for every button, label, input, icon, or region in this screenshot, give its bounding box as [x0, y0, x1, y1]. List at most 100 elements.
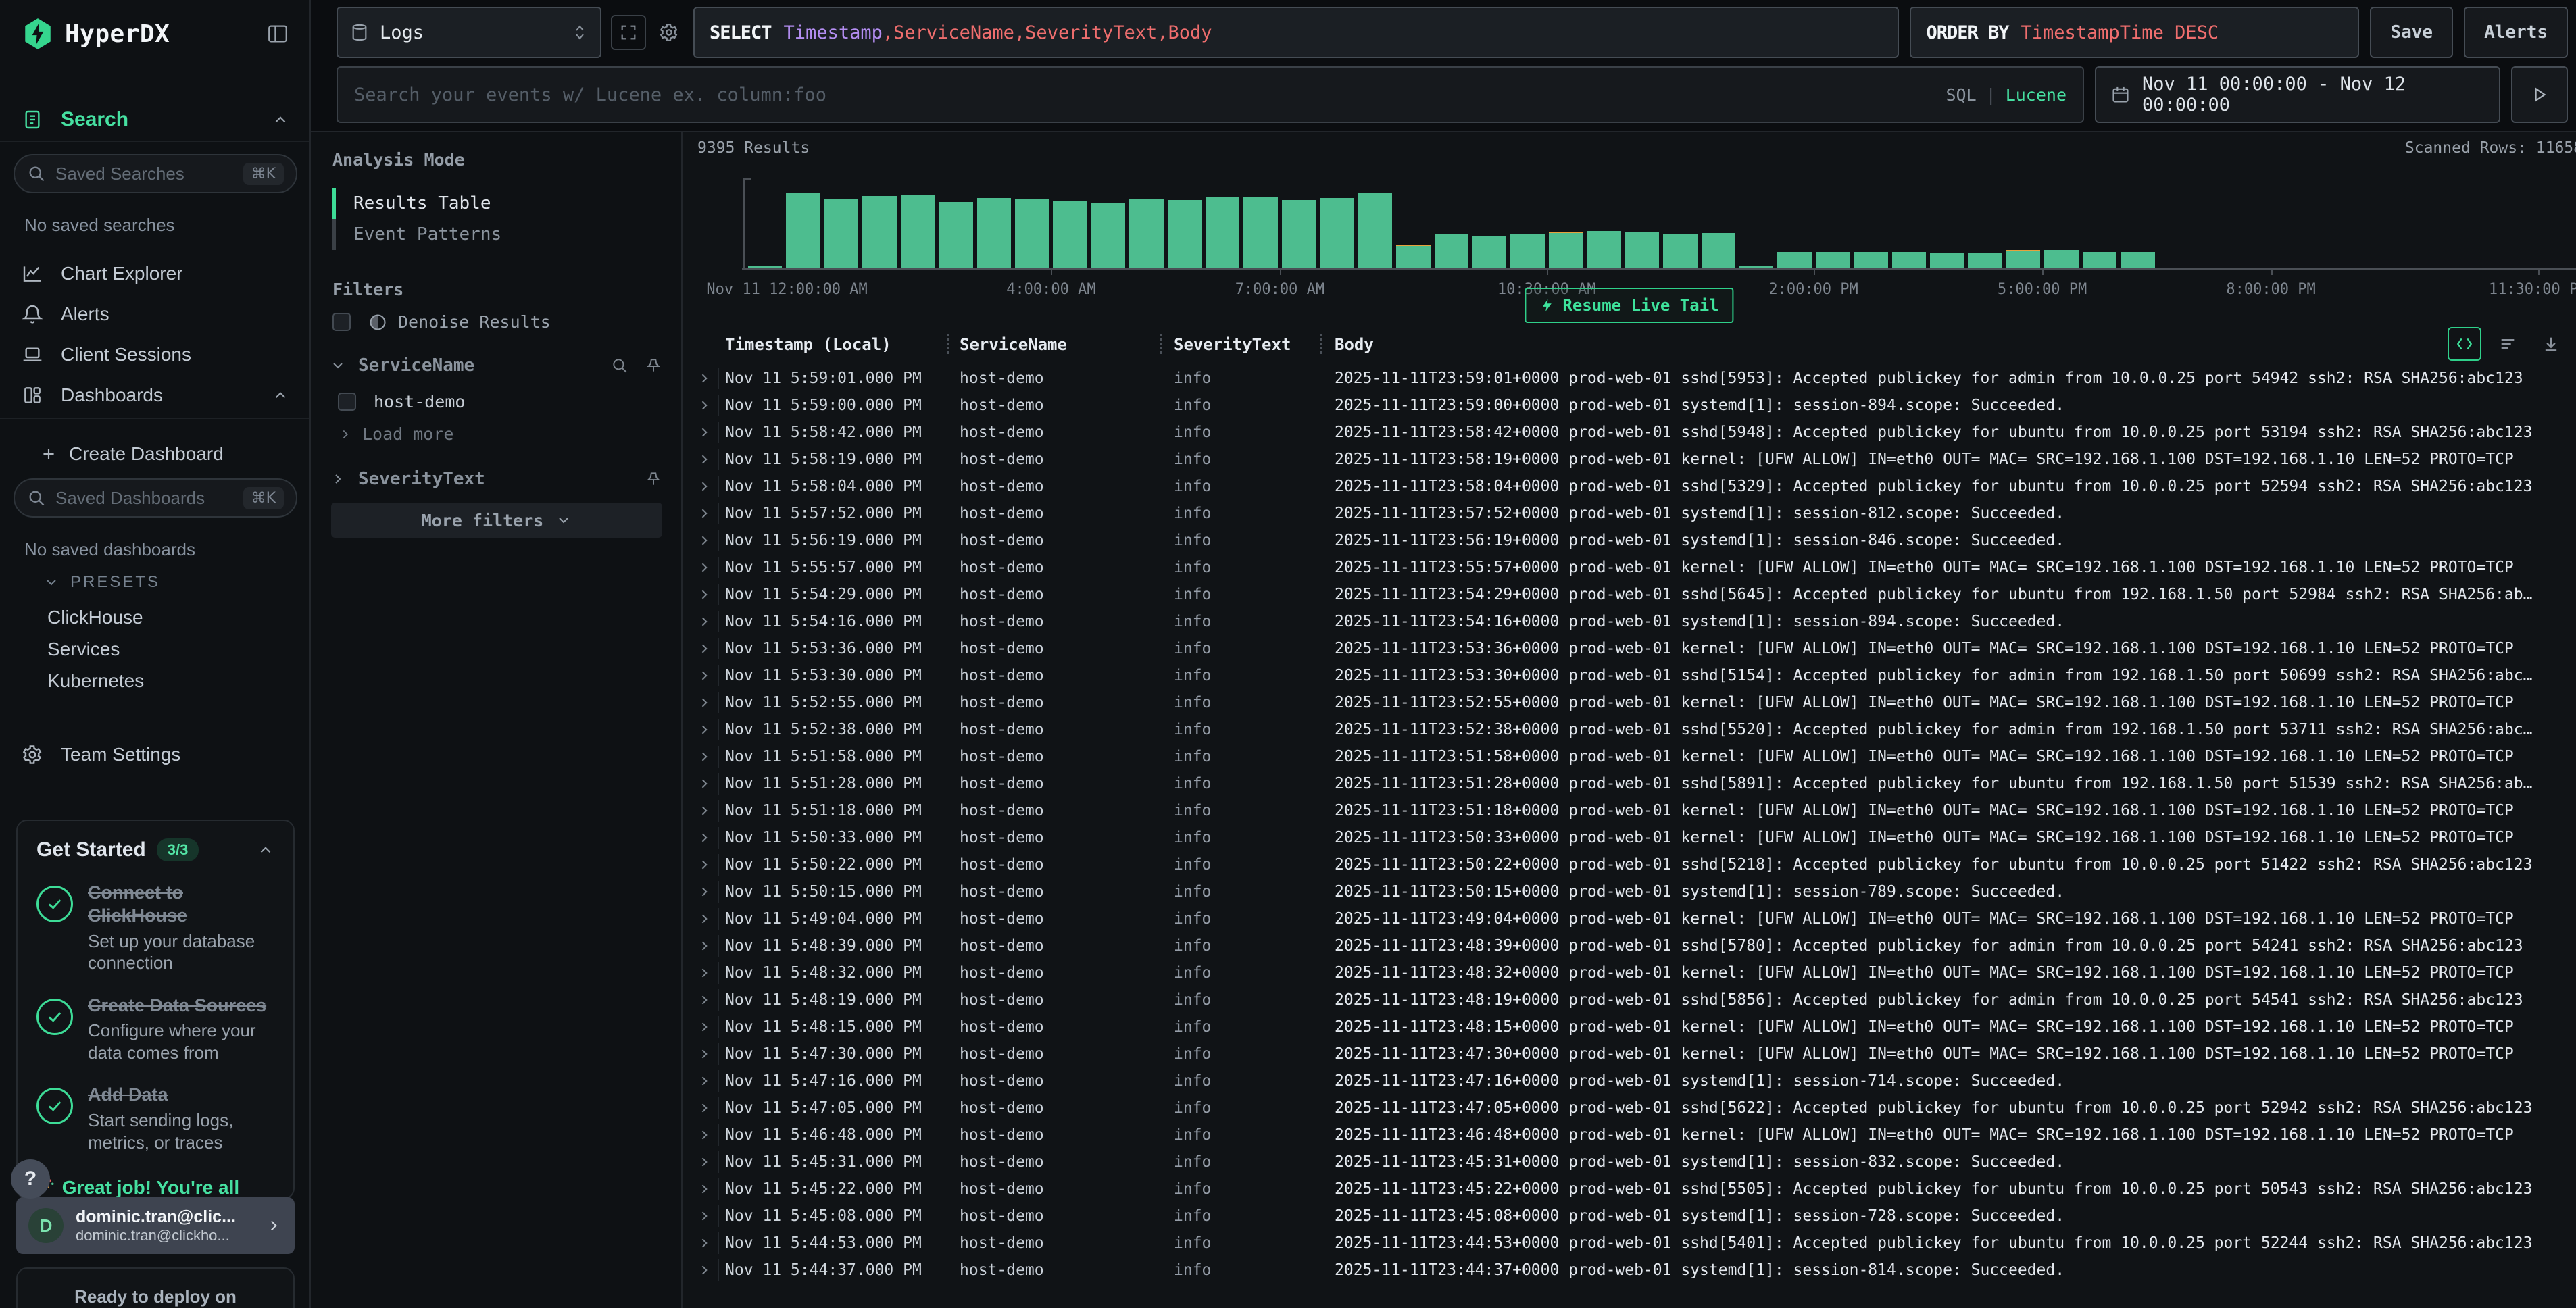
histogram-bar[interactable]: [2273, 180, 2307, 268]
row-expand-icon[interactable]: [697, 831, 711, 845]
histogram-bar[interactable]: [1168, 180, 1202, 268]
get-started-item-add-data[interactable]: Add Data Start sending logs, metrics, or…: [36, 1084, 274, 1153]
table-row[interactable]: Nov 11 5:53:36.000 PM host-demo info 202…: [683, 635, 2576, 662]
histogram-bar[interactable]: [939, 180, 972, 268]
histogram-bar[interactable]: [1930, 180, 1964, 268]
event-search-input[interactable]: Search your events w/ Lucene ex. column:…: [337, 66, 2084, 123]
table-row[interactable]: Nov 11 5:50:15.000 PM host-demo info 202…: [683, 878, 2576, 905]
row-expand-icon[interactable]: [697, 1101, 711, 1115]
sidebar-item-team-settings[interactable]: Team Settings: [0, 736, 309, 773]
row-expand-icon[interactable]: [697, 399, 711, 412]
presets-toggle[interactable]: PRESETS: [43, 573, 160, 592]
row-expand-icon[interactable]: [697, 615, 711, 628]
filter-value-host-demo[interactable]: host-demo: [338, 392, 465, 411]
row-expand-icon[interactable]: [697, 939, 711, 953]
table-row[interactable]: Nov 11 5:51:28.000 PM host-demo info 202…: [683, 770, 2576, 797]
histogram-bar[interactable]: [2464, 180, 2498, 268]
row-expand-icon[interactable]: [697, 696, 711, 709]
preset-kubernetes[interactable]: Kubernetes: [47, 670, 144, 692]
denoise-results-checkbox[interactable]: Denoise Results: [332, 312, 551, 332]
mode-results-table[interactable]: Results Table: [332, 188, 661, 219]
histogram-bar[interactable]: [1587, 180, 1620, 268]
filter-group-servicename[interactable]: ServiceName: [330, 355, 662, 376]
row-expand-icon[interactable]: [697, 885, 711, 899]
histogram-bar[interactable]: [2387, 180, 2421, 268]
checkbox[interactable]: [338, 393, 356, 411]
alerts-button[interactable]: Alerts: [2464, 7, 2568, 58]
histogram-bar[interactable]: [1053, 180, 1087, 268]
checkbox[interactable]: [332, 313, 351, 331]
sidebar-collapse-icon[interactable]: [266, 22, 289, 45]
table-row[interactable]: Nov 11 5:45:22.000 PM host-demo info 202…: [683, 1176, 2576, 1203]
table-row[interactable]: Nov 11 5:47:30.000 PM host-demo info 202…: [683, 1040, 2576, 1067]
select-clause-input[interactable]: SELECT Timestamp,ServiceName,SeverityTex…: [693, 7, 1899, 58]
histogram-bar[interactable]: [1777, 180, 1811, 268]
table-row[interactable]: Nov 11 5:51:18.000 PM host-demo info 202…: [683, 797, 2576, 824]
preset-clickhouse[interactable]: ClickHouse: [47, 607, 143, 628]
row-expand-icon[interactable]: [697, 1128, 711, 1142]
row-expand-icon[interactable]: [697, 1209, 711, 1223]
histogram-bar[interactable]: [2197, 180, 2231, 268]
histogram-bar[interactable]: [1472, 180, 1506, 268]
histogram-bar[interactable]: [1206, 180, 1239, 268]
create-dashboard-button[interactable]: Create Dashboard: [0, 436, 309, 472]
table-row[interactable]: Nov 11 5:48:19.000 PM host-demo info 202…: [683, 986, 2576, 1013]
table-row[interactable]: Nov 11 5:58:19.000 PM host-demo info 202…: [683, 446, 2576, 473]
user-menu[interactable]: D dominic.tran@clic... dominic.tran@clic…: [16, 1197, 295, 1254]
histogram-bar[interactable]: [2350, 180, 2383, 268]
table-row[interactable]: Nov 11 5:46:48.000 PM host-demo info 202…: [683, 1122, 2576, 1149]
row-expand-icon[interactable]: [697, 534, 711, 547]
sidebar-item-search[interactable]: Search: [0, 101, 309, 138]
sidebar-item-alerts[interactable]: Alerts: [0, 296, 309, 332]
histogram-bar[interactable]: [1549, 180, 1583, 268]
table-row[interactable]: Nov 11 5:52:38.000 PM host-demo info 202…: [683, 716, 2576, 743]
row-expand-icon[interactable]: [697, 1182, 711, 1196]
column-resize-handle[interactable]: [947, 334, 949, 354]
lang-toggle-sql[interactable]: SQL: [1946, 85, 1976, 105]
histogram-bar[interactable]: [1968, 180, 2002, 268]
chevron-up-icon[interactable]: [257, 841, 274, 859]
row-expand-icon[interactable]: [697, 1236, 711, 1250]
table-row[interactable]: Nov 11 5:57:52.000 PM host-demo info 202…: [683, 500, 2576, 527]
histogram-bar[interactable]: [2083, 180, 2116, 268]
table-row[interactable]: Nov 11 5:47:16.000 PM host-demo info 202…: [683, 1067, 2576, 1095]
table-row[interactable]: Nov 11 5:51:58.000 PM host-demo info 202…: [683, 743, 2576, 770]
table-row[interactable]: Nov 11 5:52:55.000 PM host-demo info 202…: [683, 689, 2576, 716]
save-button[interactable]: Save: [2370, 7, 2453, 58]
column-resize-handle[interactable]: [1160, 334, 1162, 354]
histogram-bar[interactable]: [748, 180, 782, 268]
table-row[interactable]: Nov 11 5:47:05.000 PM host-demo info 202…: [683, 1095, 2576, 1122]
table-row[interactable]: Nov 11 5:58:42.000 PM host-demo info 202…: [683, 419, 2576, 446]
run-query-button[interactable]: [2511, 66, 2568, 123]
histogram-bar[interactable]: [1129, 180, 1163, 268]
order-by-input[interactable]: ORDER BY TimestampTime DESC: [1910, 7, 2359, 58]
row-expand-icon[interactable]: [697, 966, 711, 980]
table-row[interactable]: Nov 11 5:48:15.000 PM host-demo info 202…: [683, 1013, 2576, 1040]
more-filters-button[interactable]: More filters: [331, 503, 662, 538]
query-settings-gear-icon[interactable]: [651, 15, 687, 50]
preset-services[interactable]: Services: [47, 638, 120, 660]
row-expand-icon[interactable]: [697, 480, 711, 493]
histogram-bar[interactable]: [1739, 180, 1773, 268]
col-body[interactable]: Body: [1335, 335, 1374, 354]
table-config-button[interactable]: [611, 15, 646, 50]
row-expand-icon[interactable]: [697, 453, 711, 466]
histogram-bar[interactable]: [2540, 180, 2574, 268]
row-expand-icon[interactable]: [697, 750, 711, 763]
table-row[interactable]: Nov 11 5:48:32.000 PM host-demo info 202…: [683, 959, 2576, 986]
histogram-bar[interactable]: [1702, 180, 1735, 268]
sidebar-item-client-sessions[interactable]: Client Sessions: [0, 336, 309, 373]
table-row[interactable]: Nov 11 5:50:22.000 PM host-demo info 202…: [683, 851, 2576, 878]
histogram-bar[interactable]: [1091, 180, 1125, 268]
pin-icon[interactable]: [645, 357, 662, 374]
histogram-bar[interactable]: [1243, 180, 1277, 268]
row-expand-icon[interactable]: [697, 561, 711, 574]
histogram-bar[interactable]: [1854, 180, 1887, 268]
saved-dashboards-input[interactable]: Saved Dashboards ⌘K: [14, 478, 297, 518]
row-expand-icon[interactable]: [697, 912, 711, 926]
histogram-bar[interactable]: [1892, 180, 1926, 268]
row-expand-icon[interactable]: [697, 426, 711, 439]
resume-live-tail-button[interactable]: Resume Live Tail: [1525, 288, 1733, 323]
histogram-bar[interactable]: [786, 180, 820, 268]
filter-search-icon[interactable]: [611, 357, 628, 374]
